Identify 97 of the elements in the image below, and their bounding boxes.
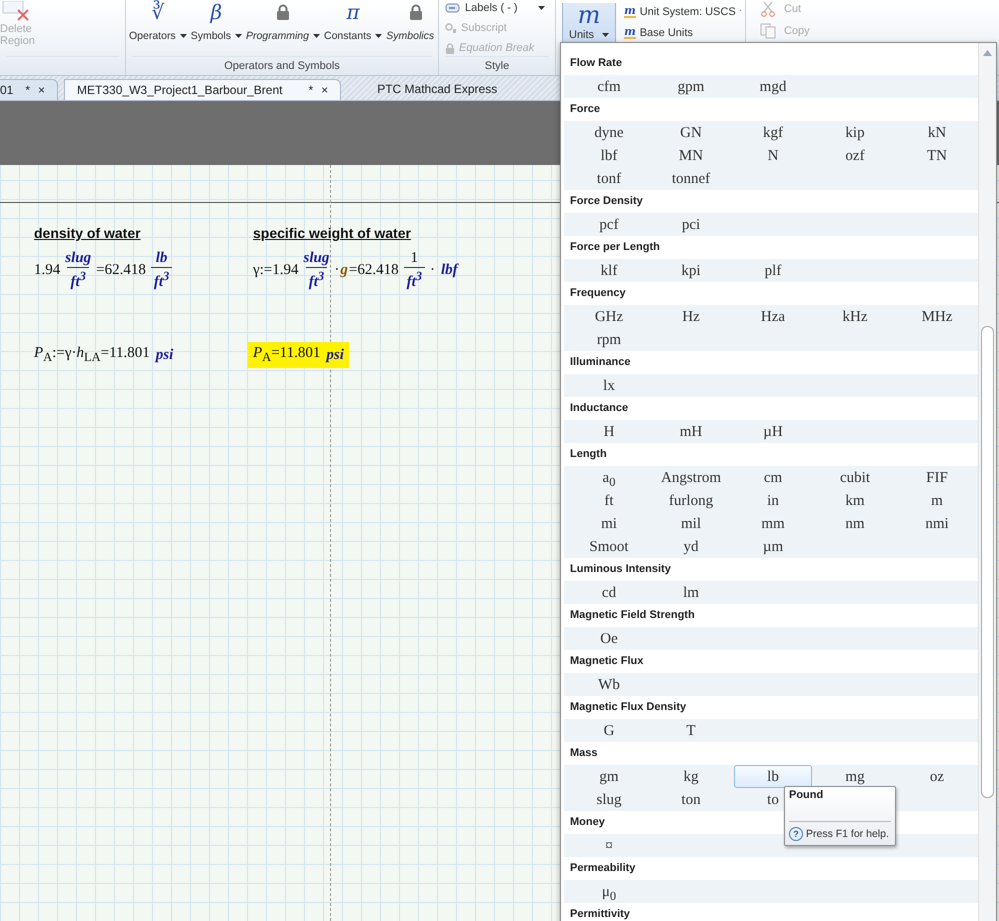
- unit-item[interactable]: kgf: [734, 121, 812, 144]
- unit-item[interactable]: slug: [570, 788, 648, 811]
- unit-item[interactable]: Oe: [570, 627, 648, 650]
- document-tab[interactable]: MET330_W3_Project1_Barbour_Brent * ×: [64, 79, 342, 100]
- unit-item[interactable]: ft: [570, 489, 648, 512]
- unit-item[interactable]: lm: [652, 581, 730, 604]
- unit-item[interactable]: tonnef: [652, 167, 730, 190]
- unit-item[interactable]: Hza: [734, 305, 812, 328]
- unit-item[interactable]: kpi: [652, 259, 730, 282]
- help-icon: ?: [789, 827, 803, 841]
- label-tag-icon: [445, 3, 461, 13]
- unit-item[interactable]: tonf: [570, 167, 648, 190]
- unit-item[interactable]: mm: [734, 512, 812, 535]
- unit-item[interactable]: μ$_{0}$: [570, 880, 648, 903]
- section-heading: specific weight of water: [253, 225, 411, 241]
- unit-item[interactable]: Smoot: [570, 535, 648, 558]
- unit-item[interactable]: nm: [816, 512, 894, 535]
- unit-item[interactable]: oz: [898, 765, 976, 788]
- caret-icon: [234, 34, 242, 38]
- unit-item[interactable]: lb: [734, 765, 812, 788]
- unit-item[interactable]: m: [898, 489, 976, 512]
- highlighted-equation: P$_{A}$=11.801 psi: [248, 342, 349, 368]
- unit-item[interactable]: T: [652, 719, 730, 742]
- unit-item[interactable]: ozf: [816, 144, 894, 167]
- unit-item[interactable]: kN: [898, 121, 976, 144]
- unit-item[interactable]: nmi: [898, 512, 976, 535]
- unit-item[interactable]: GN: [652, 121, 730, 144]
- document-tab[interactable]: 01 * ×: [0, 79, 58, 100]
- math-equation: P$_{A}$:=γ·h$_{LA}$=11.801 psi: [34, 345, 174, 365]
- unit-item[interactable]: mH: [652, 420, 730, 443]
- unit-item[interactable]: rpm: [570, 328, 648, 351]
- unit-item[interactable]: klf: [570, 259, 648, 282]
- unit-item[interactable]: ton: [652, 788, 730, 811]
- unit-item[interactable]: Hz: [652, 305, 730, 328]
- unit-item[interactable]: kip: [816, 121, 894, 144]
- unit-item[interactable]: GHz: [570, 305, 648, 328]
- unit-item[interactable]: µH: [734, 420, 812, 443]
- unit-item[interactable]: a$_{0}$: [570, 466, 648, 489]
- unit-item[interactable]: MHz: [898, 305, 976, 328]
- unit-item[interactable]: Angstrom: [652, 466, 730, 489]
- ribbon-menu-button[interactable]: β Symbols: [190, 0, 243, 42]
- group-label: Style: [445, 56, 549, 75]
- lock-icon: [408, 4, 423, 20]
- unit-item[interactable]: TN: [898, 144, 976, 167]
- scrollbar[interactable]: [978, 43, 996, 921]
- unit-item[interactable]: cubit: [816, 466, 894, 489]
- unit-system-dropdown[interactable]: m Unit System: USCS: [624, 3, 741, 20]
- unit-item[interactable]: cm: [734, 466, 812, 489]
- unit-item[interactable]: µm: [734, 535, 812, 558]
- lock-icon: [276, 4, 290, 20]
- app-title: PTC Mathcad Express: [377, 81, 498, 98]
- unit-item[interactable]: FIF: [898, 466, 976, 489]
- unit-item[interactable]: gm: [570, 765, 648, 788]
- unit-item[interactable]: Wb: [570, 673, 648, 696]
- unit-item[interactable]: pcf: [570, 213, 648, 236]
- tooltip-title: Pound: [789, 789, 824, 801]
- unit-item[interactable]: yd: [652, 535, 730, 558]
- ribbon-menu-button[interactable]: Programming: [244, 0, 321, 42]
- section-heading: density of water: [34, 225, 141, 241]
- caret-icon: [375, 34, 382, 38]
- caret-icon: [602, 33, 610, 37]
- ribbon-menu-button[interactable]: ∛ Operators: [128, 0, 188, 42]
- unit-item[interactable]: plf: [734, 259, 812, 282]
- scissors-icon: [760, 0, 776, 16]
- ribbon-menu-button[interactable]: Symbolics: [385, 0, 438, 42]
- caret-icon: [180, 34, 187, 38]
- unit-item[interactable]: mil: [652, 512, 730, 535]
- unit-item[interactable]: kHz: [816, 305, 894, 328]
- group-label: Operators and Symbols: [132, 56, 432, 75]
- unit-item[interactable]: cd: [570, 581, 648, 604]
- unit-item[interactable]: furlong: [652, 489, 730, 512]
- unit-item[interactable]: G: [570, 719, 648, 742]
- scroll-up-icon[interactable]: [983, 50, 992, 56]
- unit-item[interactable]: ¤: [570, 834, 648, 857]
- unit-item[interactable]: km: [816, 489, 894, 512]
- unit-item[interactable]: in: [734, 489, 812, 512]
- unit-item[interactable]: lx: [570, 374, 648, 397]
- unit-item[interactable]: mg: [816, 765, 894, 788]
- unit-item[interactable]: dyne: [570, 121, 648, 144]
- unit-item[interactable]: pci: [652, 213, 730, 236]
- caret-icon: [312, 34, 320, 38]
- unit-item[interactable]: MN: [652, 144, 730, 167]
- unit-item[interactable]: kg: [652, 765, 730, 788]
- unit-item[interactable]: mgd: [734, 75, 812, 98]
- unit-item[interactable]: N: [734, 144, 812, 167]
- caret-icon: [538, 6, 545, 10]
- unit-item[interactable]: gpm: [652, 75, 730, 98]
- base-units-button[interactable]: m Base Units: [624, 24, 741, 41]
- unit-item[interactable]: cfm: [570, 75, 648, 98]
- copy-icon: [760, 22, 776, 38]
- subscript-icon: [445, 23, 457, 33]
- unit-item[interactable]: lbf: [570, 144, 648, 167]
- ribbon-button[interactable]: Labels ( - ): [445, 0, 549, 16]
- unit-item[interactable]: mi: [570, 512, 648, 535]
- unit-item[interactable]: H: [570, 420, 648, 443]
- lock-icon: [445, 42, 455, 54]
- ribbon-menu-button[interactable]: π Constants: [322, 0, 384, 42]
